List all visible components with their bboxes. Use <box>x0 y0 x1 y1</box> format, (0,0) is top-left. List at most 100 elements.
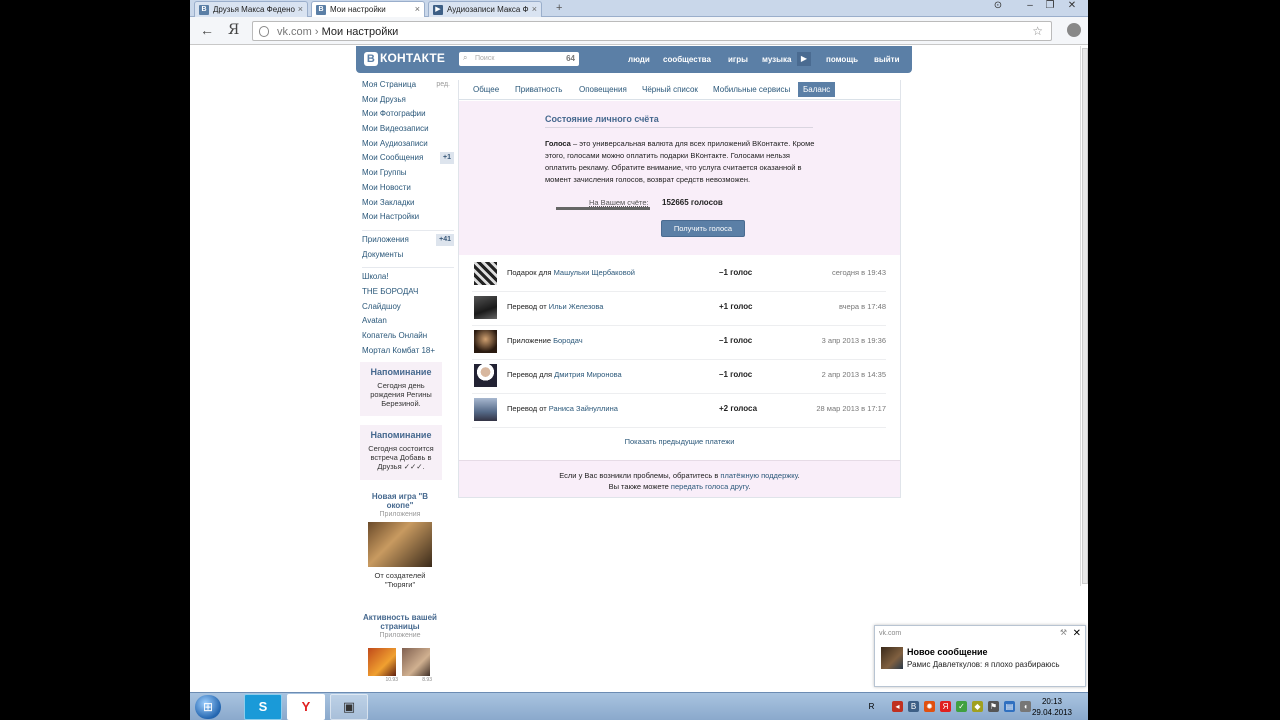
reminder-title: Напоминание <box>370 430 432 440</box>
leftnav-app-school[interactable]: Школа! <box>362 272 454 287</box>
tab-blacklist[interactable]: Чёрный список <box>642 85 698 94</box>
tab-general[interactable]: Общее <box>473 85 499 94</box>
leftnav-apps[interactable]: Приложения +41 <box>362 233 454 250</box>
avatar[interactable] <box>474 296 497 319</box>
leftnav-photos[interactable]: Мои Фотографии <box>362 109 454 124</box>
message-notification[interactable]: vk.com ⚒ ✕ Новое сообщение Рамис Давлетк… <box>874 625 1086 687</box>
footer-line-2: Вы также можете передать голоса другу. <box>459 481 900 492</box>
windows-start-icon[interactable]: ⊞ <box>195 695 221 719</box>
show-previous-payments-link[interactable]: Показать предыдущие платежи <box>459 437 900 446</box>
leftnav-my-page[interactable]: Моя Страница ред. <box>362 80 454 95</box>
close-icon[interactable]: × <box>415 4 420 14</box>
music-play-icon[interactable]: ▶ <box>797 52 811 66</box>
close-icon[interactable]: × <box>298 4 303 14</box>
page-scrollbar[interactable] <box>1080 46 1088 586</box>
restore-icon[interactable]: ❐ <box>1040 0 1060 14</box>
avatar[interactable] <box>474 398 497 421</box>
scrollbar-thumb[interactable] <box>1082 48 1088 584</box>
settings-wrench-icon[interactable]: ⚒ <box>1060 628 1067 637</box>
search-input[interactable]: ⌕ Поиск 64 <box>459 52 579 66</box>
vk-logo[interactable]: В КОНТАКТЕ <box>364 51 445 66</box>
language-indicator[interactable]: R <box>866 701 877 712</box>
transaction-user-link[interactable]: Бородач <box>553 336 583 345</box>
nav-communities[interactable]: сообщества <box>663 55 711 64</box>
transaction-desc: Подарок для Машульки Щербаковой <box>507 268 635 277</box>
reminder-birthday[interactable]: Напоминание Сегодня день рождения Регины… <box>360 362 442 416</box>
browser-tab-audio[interactable]: ▶ Аудиозаписи Макса Ф × <box>428 1 542 17</box>
promo-title: Новая игра "В окопе" <box>371 492 429 510</box>
tray-flag-icon[interactable]: ⚑ <box>988 701 999 712</box>
back-arrow-icon[interactable]: ← <box>200 22 214 38</box>
browser-menu-icon[interactable] <box>1067 23 1081 37</box>
clock-time: 20:13 <box>1041 697 1063 706</box>
leftnav-groups[interactable]: Мои Группы <box>362 168 454 183</box>
profile-icon[interactable]: ⊙ <box>988 0 1008 14</box>
tray-shield-icon[interactable]: ◆ <box>972 701 983 712</box>
minimize-icon[interactable]: – <box>1020 0 1040 14</box>
tray-flame-icon[interactable]: ✹ <box>924 701 935 712</box>
activity-thumb[interactable]: 10.93 <box>368 648 398 683</box>
avatar[interactable] <box>474 364 497 387</box>
leftnav-app-mortal[interactable]: Мортал Комбат 18+ <box>362 346 454 361</box>
tray-vk-icon[interactable]: В <box>908 701 919 712</box>
transaction-user-link[interactable]: Машульки Щербаковой <box>554 268 635 277</box>
leftnav-label: Мои Сообщения <box>362 153 424 163</box>
skype-taskbar-icon[interactable]: S <box>244 694 282 720</box>
browser-tab-settings[interactable]: В Мои настройки × <box>311 1 425 18</box>
leftnav-news[interactable]: Мои Новости <box>362 183 454 198</box>
leftnav-app-kopatel[interactable]: Копатель Онлайн <box>362 331 454 346</box>
leftnav-videos[interactable]: Мои Видеозаписи <box>362 124 454 139</box>
leftnav-friends[interactable]: Мои Друзья <box>362 95 454 110</box>
avatar[interactable] <box>474 262 497 285</box>
avatar[interactable] <box>881 647 903 669</box>
new-tab-icon[interactable]: + <box>556 2 562 14</box>
yandex-browser-taskbar-icon[interactable]: Y <box>287 694 325 720</box>
leftnav-messages[interactable]: Мои Сообщения +1 <box>362 152 454 168</box>
taskbar-clock[interactable]: 20:13 29.04.2013 <box>1024 696 1080 718</box>
tray-network-icon[interactable]: ▤ <box>1004 701 1015 712</box>
leftnav-settings[interactable]: Мои Настройки <box>362 212 454 227</box>
tab-mobile[interactable]: Мобильные сервисы <box>713 85 790 94</box>
edit-link[interactable]: ред. <box>436 80 450 90</box>
leftnav-app-avatan[interactable]: Avatan <box>362 316 454 331</box>
transaction-user-link[interactable]: Ильи Железова <box>549 302 604 311</box>
search-placeholder: Поиск <box>475 55 495 62</box>
tab-privacy[interactable]: Приватность <box>515 85 562 94</box>
tray-yandex-icon[interactable]: Я <box>940 701 951 712</box>
app-taskbar-icon[interactable]: ▣ <box>330 694 368 720</box>
browser-tab-friends[interactable]: В Друзья Макса Федено × <box>194 1 308 17</box>
transaction-user-link[interactable]: Раниса Зайнуллина <box>549 404 618 413</box>
leftnav-app-borodach[interactable]: THE БОРОДАЧ <box>362 287 454 302</box>
close-icon[interactable]: ✕ <box>1073 628 1081 639</box>
nav-logout[interactable]: выйти <box>874 55 900 64</box>
transfer-votes-link[interactable]: передать голоса другу <box>671 482 748 491</box>
bookmark-star-icon[interactable]: ☆ <box>1032 24 1043 38</box>
yandex-icon[interactable]: Я <box>228 22 239 38</box>
tab-label: Мои настройки <box>330 5 386 14</box>
nav-music[interactable]: музыка <box>762 55 791 64</box>
leftnav-audio[interactable]: Мои Аудиозаписи <box>362 139 454 154</box>
vk-logo-icon: В <box>364 52 378 66</box>
payment-support-link[interactable]: платёжную поддержку <box>720 471 797 480</box>
avatar[interactable] <box>474 330 497 353</box>
promo-game[interactable]: Новая игра "В окопе" Приложения От созда… <box>360 492 440 589</box>
window-close-icon[interactable]: ✕ <box>1062 0 1082 14</box>
promo-image[interactable] <box>368 522 432 567</box>
address-bar[interactable]: vk.com › Мои настройки ☆ <box>252 21 1052 41</box>
tray-app-icon[interactable]: ◂ <box>892 701 903 712</box>
tray-check-icon[interactable]: ✓ <box>956 701 967 712</box>
activity-thumb[interactable]: 8.93 <box>402 648 432 683</box>
leftnav-bookmarks[interactable]: Мои Закладки <box>362 198 454 213</box>
leftnav-app-slideshow[interactable]: Слайдшоу <box>362 302 454 317</box>
tab-balance[interactable]: Баланс <box>798 82 836 97</box>
close-icon[interactable]: × <box>532 4 537 14</box>
nav-people[interactable]: люди <box>628 55 650 64</box>
tab-notifications[interactable]: Оповещения <box>579 85 627 94</box>
get-votes-button[interactable]: Получить голоса <box>661 220 745 237</box>
transaction-user-link[interactable]: Дмитрия Миронова <box>554 370 622 379</box>
reminder-meeting[interactable]: Напоминание Сегодня состоится встреча До… <box>360 425 442 480</box>
leftnav-documents[interactable]: Документы <box>362 250 454 265</box>
nav-help[interactable]: помощь <box>826 55 858 64</box>
nav-games[interactable]: игры <box>728 55 748 64</box>
promo-activity[interactable]: Активность вашей страницы Приложение <box>360 613 440 639</box>
